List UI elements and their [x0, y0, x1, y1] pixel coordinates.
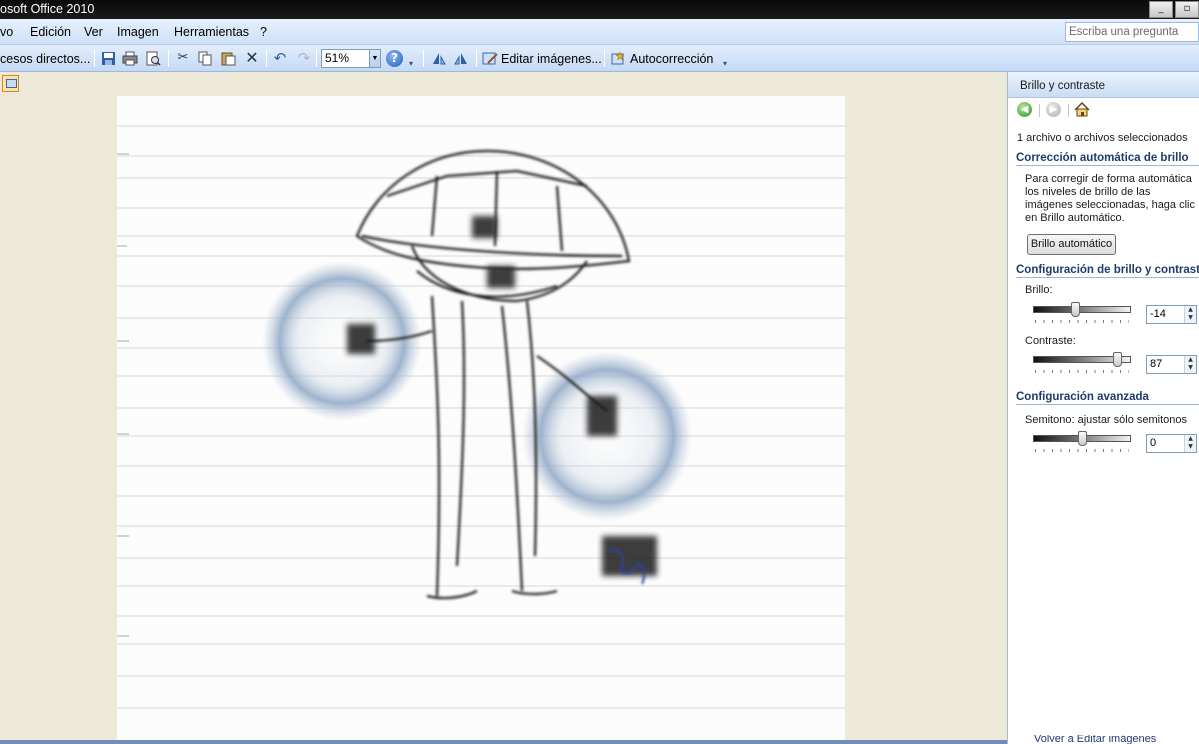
- advanced-settings-heading: Configuración avanzada: [1016, 391, 1199, 405]
- back-to-edit-link-container: Volver a Editar imágenes: [1016, 735, 1199, 744]
- delete-icon[interactable]: ✕: [244, 50, 260, 66]
- brightness-slider[interactable]: [1033, 302, 1131, 323]
- edit-images-button[interactable]: Editar imágenes...: [501, 52, 602, 66]
- forward-icon[interactable]: ▶: [1046, 102, 1061, 117]
- save-icon[interactable]: [100, 50, 116, 66]
- midtone-slider[interactable]: [1033, 431, 1131, 452]
- chevron-down-icon[interactable]: ▼: [369, 50, 380, 67]
- paste-icon[interactable]: [220, 50, 236, 66]
- contrast-value: 87: [1150, 358, 1163, 370]
- print-preview-icon[interactable]: [145, 50, 161, 66]
- image-preview[interactable]: [117, 96, 845, 744]
- nav-separator: [1068, 104, 1069, 117]
- slider-ticks: [1035, 449, 1129, 452]
- menu-file[interactable]: vo: [0, 25, 13, 39]
- slider-ticks: [1035, 320, 1129, 323]
- toolbar-separator: [94, 50, 95, 67]
- contrast-label: Contraste:: [1025, 335, 1076, 347]
- toolbar-separator: [604, 50, 605, 67]
- slider-thumb[interactable]: [1113, 352, 1123, 367]
- toolbar-separator: [476, 50, 477, 67]
- toolbar-overflow-icon[interactable]: ▾: [409, 59, 416, 69]
- brightness-label: Brillo:: [1025, 284, 1053, 296]
- undo-icon[interactable]: ↶: [272, 50, 288, 66]
- pane-title: Brillo y contraste: [1020, 80, 1106, 92]
- nav-separator: [1039, 104, 1040, 117]
- toolbar-overflow-icon[interactable]: ▾: [723, 59, 730, 69]
- back-to-edit-link[interactable]: Volver a Editar imágenes: [1034, 735, 1156, 744]
- brightness-spinbox[interactable]: -14 ▲ ▼: [1146, 305, 1197, 324]
- left-halo: [262, 261, 422, 421]
- menu-bar: vo Edición Ver Imagen Herramientas ? Esc…: [0, 19, 1199, 45]
- brightness-contrast-heading: Configuración de brillo y contraste: [1016, 264, 1199, 278]
- window-title: osoft Office 2010: [0, 2, 95, 16]
- restore-button[interactable]: ▫: [1175, 1, 1199, 18]
- zoom-select[interactable]: 51% ▼: [321, 49, 381, 68]
- toolbar: cesos directos... ✂ ✕ ↶ ↷ 51% ▼ ? ▾ Edit…: [0, 45, 1199, 72]
- midtone-value: 0: [1150, 437, 1157, 449]
- home-icon[interactable]: [1074, 101, 1090, 117]
- menu-edit[interactable]: Edición: [30, 25, 71, 39]
- toolbar-separator: [316, 50, 317, 67]
- scan-lines: [117, 125, 845, 709]
- toolbar-separator: [266, 50, 267, 67]
- minimize-button[interactable]: _: [1149, 1, 1173, 18]
- thumbnail-view-icon[interactable]: [2, 75, 19, 92]
- midtone-spinbox[interactable]: 0 ▲ ▼: [1146, 434, 1197, 453]
- zoom-value: 51%: [325, 51, 350, 65]
- menu-image[interactable]: Imagen: [117, 25, 159, 39]
- help-icon[interactable]: ?: [386, 50, 403, 67]
- sketch-image: [117, 125, 845, 709]
- contrast-spinbox[interactable]: 87 ▲ ▼: [1146, 355, 1197, 374]
- image-canvas: [0, 96, 1007, 744]
- view-bar: [0, 72, 1007, 96]
- redo-icon[interactable]: ↷: [296, 50, 312, 66]
- ask-question-input[interactable]: Escriba una pregunta: [1065, 22, 1199, 42]
- rotate-right-icon[interactable]: [453, 50, 469, 66]
- rotate-left-icon[interactable]: [431, 50, 447, 66]
- spin-arrows-icon[interactable]: ▲ ▼: [1184, 435, 1196, 452]
- autocorrect-button[interactable]: Autocorrección: [630, 52, 713, 66]
- menu-tools[interactable]: Herramientas: [174, 25, 249, 39]
- slider-thumb[interactable]: [1071, 302, 1081, 317]
- pane-navigation: ◀ ▶: [1008, 98, 1199, 122]
- brightness-contrast-pane: Brillo y contraste ◀ ▶ 1 archivo o archi…: [1007, 72, 1199, 744]
- spin-arrows-icon[interactable]: ▲ ▼: [1184, 356, 1196, 373]
- midtone-label: Semitono: ajustar sólo semitonos: [1025, 414, 1188, 426]
- edit-images-icon: [482, 50, 498, 66]
- pane-header: Brillo y contraste: [1008, 72, 1199, 98]
- menu-view[interactable]: Ver: [84, 25, 103, 39]
- slider-track: [1033, 306, 1131, 313]
- selection-info: 1 archivo o archivos seleccionados: [1017, 132, 1188, 144]
- brightness-value: -14: [1150, 308, 1166, 320]
- auto-brightness-heading: Corrección automática de brillo: [1016, 152, 1199, 166]
- back-icon[interactable]: ◀: [1017, 102, 1032, 117]
- spin-arrows-icon[interactable]: ▲ ▼: [1184, 306, 1196, 323]
- title-bar: osoft Office 2010 _ ▫: [0, 0, 1199, 19]
- toolbar-separator: [423, 50, 424, 67]
- menu-help[interactable]: ?: [260, 25, 267, 39]
- toolbar-separator: [168, 50, 169, 67]
- slider-ticks: [1035, 370, 1129, 373]
- shortcuts-button[interactable]: cesos directos...: [0, 52, 90, 66]
- slider-thumb[interactable]: [1077, 431, 1087, 446]
- autocorrect-icon: [611, 50, 627, 66]
- contrast-slider[interactable]: [1033, 352, 1131, 373]
- print-icon[interactable]: [122, 50, 138, 66]
- auto-brightness-button[interactable]: Brillo automático: [1027, 234, 1116, 255]
- copy-icon[interactable]: [197, 50, 213, 66]
- status-edge: [0, 740, 1007, 744]
- cut-icon[interactable]: ✂: [175, 50, 191, 66]
- window-controls: _ ▫: [1149, 0, 1199, 19]
- auto-brightness-description: Para corregir de forma automática los ni…: [1025, 173, 1195, 224]
